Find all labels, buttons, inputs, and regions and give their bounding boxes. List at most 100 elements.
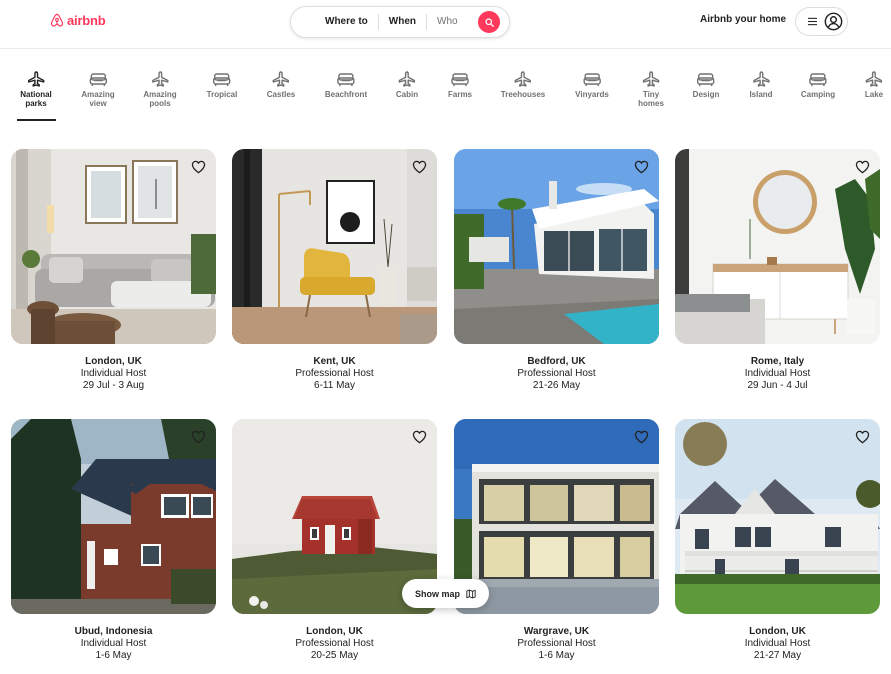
listing-host-type: Professional Host: [517, 638, 596, 649]
sofa-icon: [337, 73, 355, 86]
listing-info: Bedford, UK Professional Host 21-26 May: [454, 356, 659, 392]
listing-info: Wargrave, UK Professional Host 1-6 May: [454, 626, 659, 662]
category-label: Tropical: [206, 90, 238, 99]
listing-photo[interactable]: [675, 419, 880, 614]
plane-icon: [752, 71, 770, 87]
heart-icon[interactable]: [855, 430, 870, 444]
listing-photo[interactable]: [232, 149, 437, 344]
category-national-parks[interactable]: National parks: [20, 71, 52, 108]
heart-icon[interactable]: [855, 160, 870, 174]
listing-card[interactable]: Kent, UK Professional Host 6-11 May: [232, 149, 437, 392]
sofa-icon: [89, 73, 107, 86]
search-bar[interactable]: Where to When Who: [290, 6, 510, 38]
category-design[interactable]: Design: [692, 71, 720, 99]
listing-photo[interactable]: [675, 149, 880, 344]
show-map-button[interactable]: Show map: [402, 579, 489, 608]
listing-card[interactable]: Wargrave, UK Professional Host 1-6 May: [454, 419, 659, 662]
airbnb-logo[interactable]: airbnb: [50, 13, 106, 28]
heart-icon[interactable]: [634, 430, 649, 444]
listing-dates: 1-6 May: [95, 650, 132, 661]
category-amazing-pools[interactable]: Amazing pools: [143, 71, 177, 108]
category-beachfront[interactable]: Beachfront: [325, 71, 367, 99]
search-when[interactable]: When: [379, 15, 426, 29]
category-camping[interactable]: Camping: [801, 71, 835, 99]
listing-image: [11, 149, 216, 344]
category-label: Camping: [800, 90, 836, 99]
heart-icon[interactable]: [412, 160, 427, 174]
search-where[interactable]: Where to: [315, 15, 378, 29]
listing-info: London, UK Individual Host 29 Jul - 3 Au…: [11, 356, 216, 392]
sofa-icon: [697, 73, 715, 86]
listing-info: London, UK Individual Host 21-27 May: [675, 626, 880, 662]
listing-photo[interactable]: [454, 149, 659, 344]
listing-info: Ubud, Indonesia Individual Host 1-6 May: [11, 626, 216, 662]
listing-dates: 20-25 May: [310, 650, 359, 661]
listing-dates: 1-6 May: [538, 650, 575, 661]
listing-host-type: Professional Host: [295, 638, 374, 649]
listing-dates: 29 Jul - 3 Aug: [82, 380, 145, 391]
plane-icon: [27, 71, 45, 87]
category-island[interactable]: Island: [749, 71, 773, 99]
listing-info: Rome, Italy Individual Host 29 Jun - 4 J…: [675, 356, 880, 392]
heart-icon[interactable]: [191, 430, 206, 444]
listing-card[interactable]: Bedford, UK Professional Host 21-26 May: [454, 149, 659, 392]
plane-icon: [398, 71, 416, 87]
listing-image: [454, 149, 659, 344]
category-treehouses[interactable]: Treehouses: [501, 71, 545, 99]
airbnb-your-home-link[interactable]: Airbnb your home: [700, 14, 786, 25]
category-label: Design: [692, 90, 720, 99]
category-label: Castles: [266, 90, 296, 99]
listing-image: [675, 149, 880, 344]
airbnb-logo-icon: [50, 13, 64, 27]
category-cabin[interactable]: Cabin: [396, 71, 418, 99]
heart-icon[interactable]: [412, 430, 427, 444]
listing-host-type: Individual Host: [744, 638, 811, 649]
listing-location: Rome, Italy: [750, 356, 805, 367]
user-menu-button[interactable]: [795, 7, 848, 36]
search-button[interactable]: [478, 11, 500, 33]
plane-icon: [642, 71, 660, 87]
listing-image: [675, 419, 880, 614]
category-tiny-homes[interactable]: Tiny homes: [638, 71, 664, 108]
listing-dates: 29 Jun - 4 Jul: [747, 380, 808, 391]
hamburger-icon: [808, 17, 817, 26]
category-castles[interactable]: Castles: [267, 71, 295, 99]
listing-dates: 6-11 May: [314, 380, 355, 391]
listing-host-type: Professional Host: [517, 368, 596, 379]
listing-info: Kent, UK Professional Host 6-11 May: [232, 356, 437, 392]
plane-icon: [151, 71, 169, 87]
category-vinyards[interactable]: Vinyards: [575, 71, 609, 99]
search-icon: [484, 17, 494, 27]
heart-icon[interactable]: [634, 160, 649, 174]
listing-card[interactable]: London, UK Individual Host 29 Jul - 3 Au…: [11, 149, 216, 392]
category-label: Farms: [447, 90, 473, 99]
listing-card[interactable]: Rome, Italy Individual Host 29 Jun - 4 J…: [675, 149, 880, 392]
listing-card[interactable]: Ubud, Indonesia Individual Host 1-6 May: [11, 419, 216, 662]
listing-card[interactable]: London, UK Professional Host 20-25 May: [232, 419, 437, 662]
category-bar: National parks Amazing view Amazing pools T…: [0, 49, 891, 131]
category-lake[interactable]: Lake: [865, 71, 883, 99]
listing-image: [232, 149, 437, 344]
category-label: Tiny homes: [638, 90, 664, 108]
category-tropical[interactable]: Tropical: [206, 71, 238, 99]
listing-photo[interactable]: [11, 419, 216, 614]
category-label: Lake: [864, 90, 884, 99]
listing-photo[interactable]: [11, 149, 216, 344]
logo-text: airbnb: [67, 13, 106, 28]
category-label: Island: [749, 90, 773, 99]
heart-icon[interactable]: [191, 160, 206, 174]
category-amazing-view[interactable]: Amazing view: [81, 71, 115, 108]
listing-host-type: Professional Host: [295, 368, 374, 379]
category-farms[interactable]: Farms: [448, 71, 472, 99]
top-header: airbnb Where to When Who Airbnb your hom…: [0, 0, 891, 49]
active-category-underline: [17, 119, 56, 121]
plane-icon: [514, 71, 532, 87]
listing-image: [11, 419, 216, 614]
listing-host-type: Individual Host: [744, 368, 811, 379]
listing-card[interactable]: London, UK Individual Host 21-27 May: [675, 419, 880, 662]
listing-location: London, UK: [85, 356, 142, 367]
listing-dates: 21-27 May: [753, 650, 802, 661]
listing-location: London, UK: [306, 626, 363, 637]
listing-info: London, UK Professional Host 20-25 May: [232, 626, 437, 662]
search-who[interactable]: Who: [427, 15, 468, 29]
